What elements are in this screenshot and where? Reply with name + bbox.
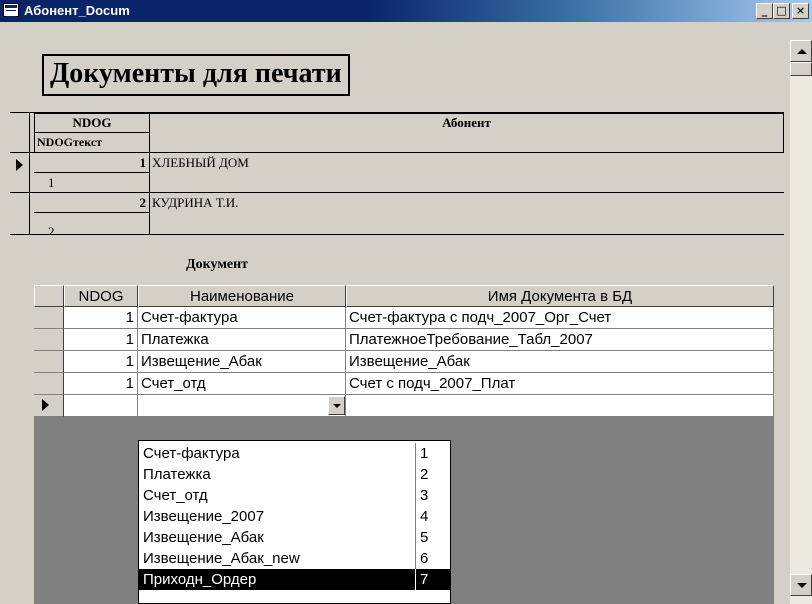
cell-ndog[interactable]: 1 [64, 351, 138, 373]
form-icon [3, 3, 19, 17]
cell-dbname[interactable]: Извещение_Абак [346, 351, 774, 373]
subform-title: Документ [186, 257, 249, 272]
row-selector[interactable] [34, 307, 64, 329]
column-header-ndog[interactable]: NDOG [64, 285, 138, 307]
row-selector[interactable] [34, 329, 64, 351]
cell-name[interactable]: Платежка [138, 329, 346, 351]
combo-dropdown-list: Счет-фактура 1 Платежка 2 Счет_отд 3 Извеще… [138, 440, 451, 604]
master-header: NDOG NDOGтекст Абонент [10, 112, 784, 153]
scroll-thumb[interactable] [790, 62, 812, 76]
record-selector-header [10, 113, 30, 153]
dropdown-item-selected[interactable]: Приходн_Ордер 7 [139, 569, 450, 590]
cell-name[interactable]: Счет_отд [138, 373, 346, 395]
cell-ndog[interactable]: 1 [64, 307, 138, 329]
dropdown-item[interactable]: Извещение_Абак_new 6 [139, 548, 450, 569]
cell-ndog-new[interactable] [64, 395, 138, 417]
cell-name[interactable]: Счет-фактура [138, 307, 346, 329]
title-bar[interactable]: Абонент_Docum _ □ × [0, 0, 812, 22]
row-selector[interactable] [34, 351, 64, 373]
master-ndog[interactable]: 1 [34, 153, 150, 173]
cell-dbname[interactable]: ПлатежноеТребование_Табл_2007 [346, 329, 774, 351]
column-header-name[interactable]: Наименование [138, 285, 346, 307]
dropdown-item[interactable]: Извещение_2007 4 [139, 506, 450, 527]
cell-dbname[interactable]: Счет-фактура с подч_2007_Орг_Счет [346, 307, 774, 329]
cell-ndog[interactable]: 1 [64, 373, 138, 395]
record-selector[interactable] [10, 153, 30, 193]
column-header-dbname[interactable]: Имя Документа в БД [346, 285, 774, 307]
master-row[interactable]: 1 1 ХЛЕБНЫЙ ДОМ [10, 152, 784, 193]
row-selector[interactable] [34, 373, 64, 395]
master-ndog-text[interactable]: 1 [34, 173, 150, 193]
header-abonent: Абонент [149, 113, 784, 153]
form-title: Документы для печати [42, 54, 350, 96]
scroll-down-button[interactable] [790, 574, 812, 596]
cell-name[interactable]: Извещение_Абак [138, 351, 346, 373]
form-header: Документы для печати [10, 26, 784, 112]
vertical-scrollbar[interactable] [790, 40, 812, 604]
datasheet-corner [34, 285, 64, 307]
minimize-button[interactable]: _ [756, 3, 773, 19]
dropdown-item[interactable]: Извещение_Абак 5 [139, 527, 450, 548]
scroll-up-button[interactable] [790, 40, 812, 62]
combo-name-new[interactable] [138, 395, 346, 417]
window-title: Абонент_Docum [24, 3, 130, 18]
maximize-button[interactable]: □ [773, 3, 790, 19]
current-record-icon [16, 159, 23, 171]
cell-ndog[interactable]: 1 [64, 329, 138, 351]
cell-dbname-new[interactable] [346, 395, 774, 417]
header-ndog: NDOG [34, 113, 150, 133]
dropdown-item[interactable]: Счет_отд 3 [139, 485, 450, 506]
dropdown-arrow-icon[interactable] [328, 396, 345, 415]
access-form-window: Абонент_Docum _ □ × Документы для печати… [0, 0, 812, 604]
current-record-icon [42, 399, 49, 411]
dropdown-item[interactable]: Платежка 2 [139, 464, 450, 485]
cell-dbname[interactable]: Счет с подч_2007_Плат [346, 373, 774, 395]
record-selector[interactable] [10, 193, 30, 235]
master-row[interactable]: 2 2 КУДРИНА Т.И. [10, 192, 784, 235]
master-abonent[interactable]: КУДРИНА Т.И. [152, 193, 238, 213]
row-selector-current[interactable] [34, 395, 64, 417]
close-button[interactable]: × [792, 3, 809, 19]
master-abonent[interactable]: ХЛЕБНЫЙ ДОМ [152, 153, 249, 173]
dropdown-item[interactable]: Счет-фактура 1 [139, 443, 450, 464]
header-ndog-text: NDOGтекст [34, 132, 150, 153]
master-ndog[interactable]: 2 [34, 193, 150, 213]
master-ndog-text[interactable]: 2 [34, 213, 150, 235]
